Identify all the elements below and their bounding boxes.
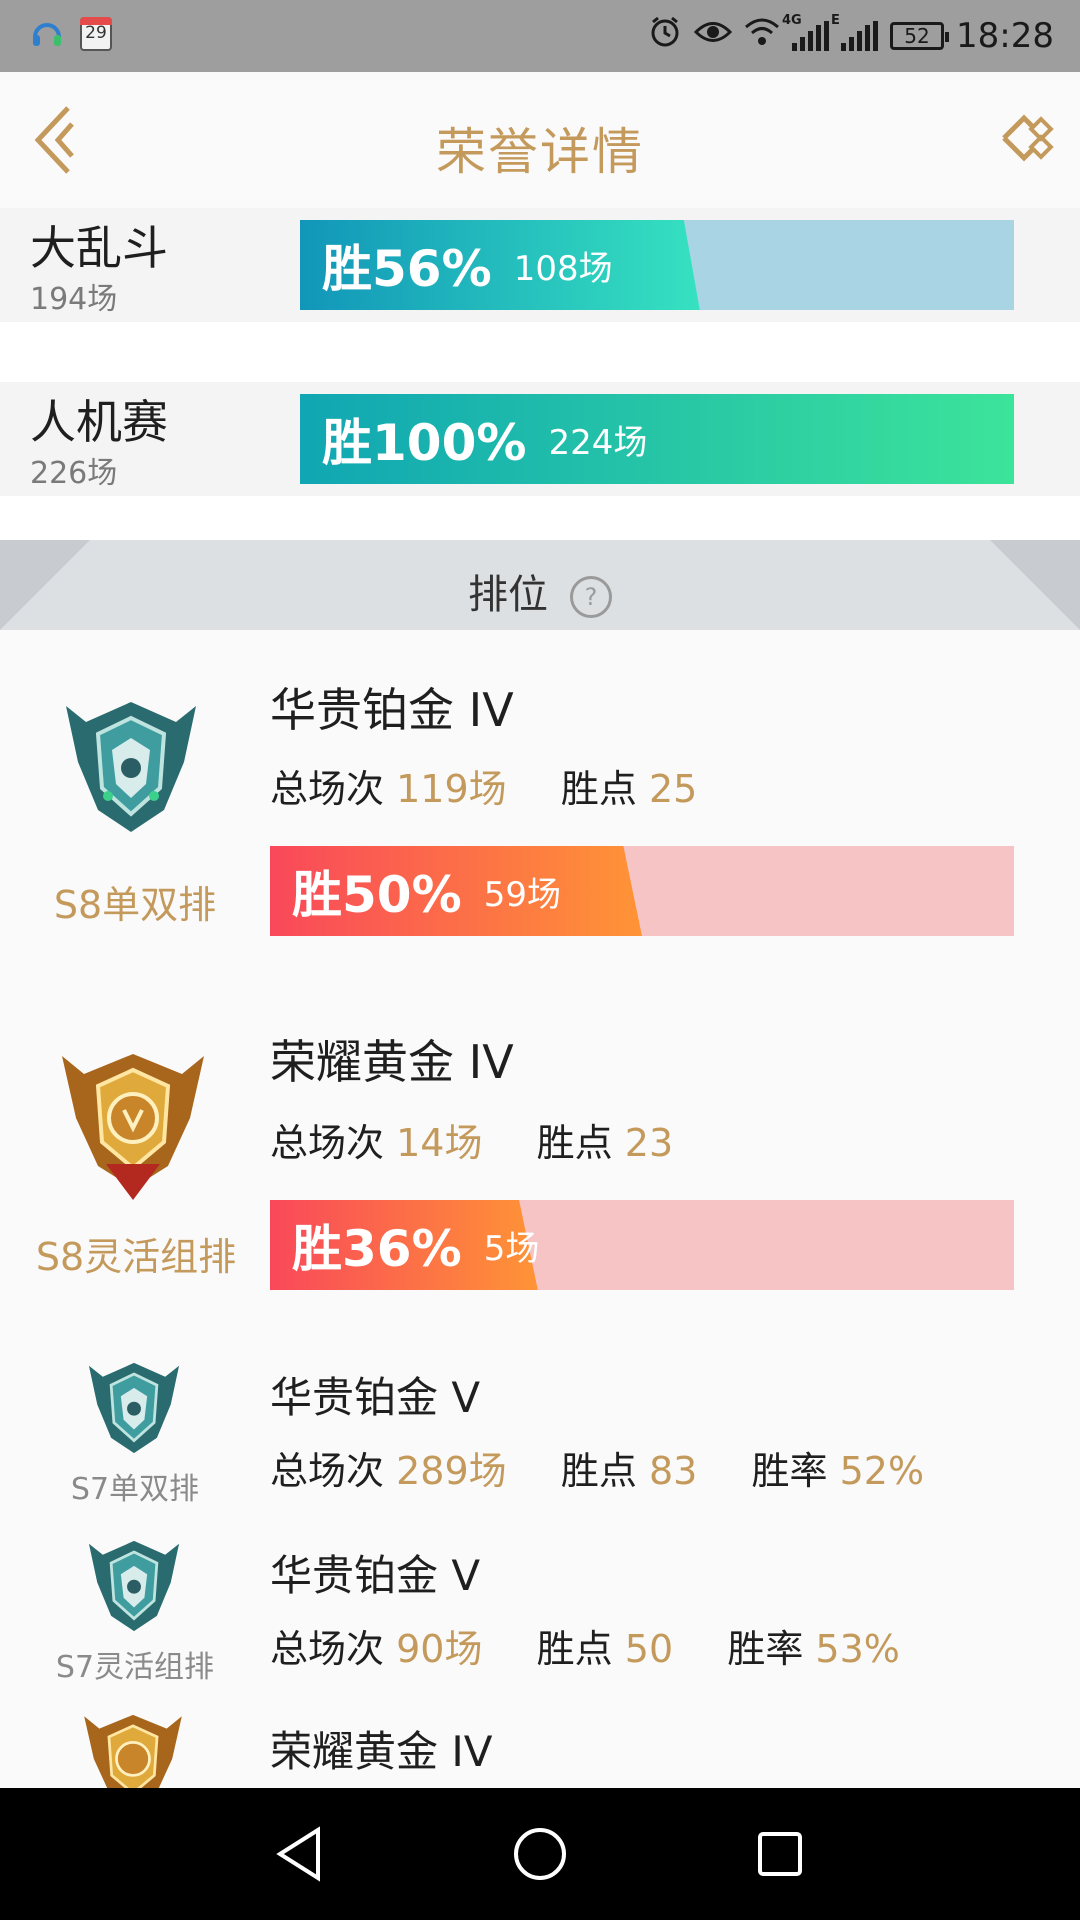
points-label: 胜点 [560,767,637,811]
season-label: S7灵活组排 [55,1650,215,1685]
points-value: 23 [624,1121,674,1165]
games-value: 289场 [396,1449,507,1493]
system-nav-bar [0,1788,1080,1920]
games-label: 总场次 [270,767,385,811]
back-triangle-icon [276,1826,320,1882]
ranked-section-header: 排位? [0,540,1080,630]
alarm-icon [648,14,682,57]
rate-value: 53% [815,1627,900,1671]
signal-e-icon: E [831,13,879,51]
win-rate-label: 胜100% [322,414,527,472]
tier-name: 华贵铂金 V [270,1551,481,1600]
games-value: 90场 [396,1627,483,1671]
mode-row-vs-ai[interactable]: 人机赛 226场 胜100% 224场 [0,382,1080,496]
platinum-emblem-icon [56,692,206,846]
season-stats: 总场次 90场 胜点 50 胜率 53% [270,1618,900,1673]
wins-count: 224场 [548,422,648,463]
nav-recents-button[interactable] [748,1822,812,1886]
points-label: 胜点 [536,1121,613,1165]
wins-count: 108场 [513,248,613,289]
games-value: 119场 [396,767,507,811]
rate-label: 胜率 [727,1627,804,1671]
points-label: 胜点 [536,1627,613,1671]
win-rate-label: 胜36% [292,1220,462,1278]
games-label: 总场次 [270,1449,385,1493]
season-stats: 总场次 289场 胜点 83 胜率 52% [270,1440,924,1495]
win-rate-bar: 胜56% 108场 [300,220,1014,310]
wifi-icon [744,16,780,56]
home-circle-icon [514,1828,566,1880]
points-value: 83 [648,1449,698,1493]
tier-name: 荣耀黄金 IV [270,1035,514,1089]
season-stats: 总场次 119场 胜点 25 [270,758,697,813]
season-label: S7单双排 [70,1472,200,1507]
games-label: 总场次 [270,1121,385,1165]
mode-total-games: 226场 [30,456,118,491]
page-title: 荣誉详情 [436,123,644,181]
clock: 18:28 [956,15,1054,56]
season-row-s8-solo[interactable]: S8单双排 华贵铂金 IV 总场次 119场 胜点 25 胜50% 59场 [0,630,1080,984]
status-bar: 29 4G E 52 18:28 [0,0,1080,72]
battery-icon: 52 [890,21,950,50]
rate-value: 52% [839,1449,925,1493]
games-value: 14场 [396,1121,483,1165]
gold-emblem-icon [78,1708,188,1788]
platinum-emblem-icon [82,1356,186,1464]
season-row-partial[interactable]: 荣耀黄金 IV [0,1692,1080,1788]
signal-4g-icon: 4G [782,13,830,51]
wins-count: 59场 [483,874,561,915]
season-label: S8灵活组排 [35,1235,237,1279]
win-rate-bar: 胜36% 5场 [270,1200,1014,1290]
season-row-s7-flex[interactable]: S7灵活组排 华贵铂金 V 总场次 90场 胜点 50 胜率 53% [0,1514,1080,1694]
tier-name: 荣耀黄金 IV [270,1727,493,1776]
ranked-title: 排位 [468,572,548,618]
mode-name: 人机赛 [30,395,168,449]
share-button[interactable] [998,110,1054,166]
win-rate-bar: 胜50% 59场 [270,846,1014,936]
points-value: 25 [648,767,698,811]
recents-square-icon [758,1832,802,1876]
rate-label: 胜率 [751,1449,828,1493]
help-icon[interactable]: ? [570,576,612,618]
app-header: 荣誉详情 [0,72,1080,209]
nav-back-button[interactable] [268,1822,332,1886]
mode-row-brawl[interactable]: 大乱斗 194场 胜56% 108场 [0,208,1080,322]
tier-name: 华贵铂金 V [270,1373,481,1422]
eye-icon [693,16,733,56]
season-row-s8-flex[interactable]: S8灵活组排 荣耀黄金 IV 总场次 14场 胜点 23 胜36% 5场 [0,982,1080,1338]
win-rate-label: 胜56% [322,240,492,298]
mode-name: 大乱斗 [30,221,168,275]
calendar-icon: 29 [80,17,112,51]
wins-count: 5场 [483,1228,540,1269]
headset-app-icon [30,16,64,52]
points-label: 胜点 [560,1449,637,1493]
season-row-s7-solo[interactable]: S7单双排 华贵铂金 V 总场次 289场 胜点 83 胜率 52% [0,1336,1080,1516]
games-label: 总场次 [270,1627,385,1671]
platinum-emblem-icon [82,1534,186,1642]
win-rate-bar: 胜100% 224场 [300,394,1014,484]
season-label: S8单双排 [53,883,217,927]
gold-emblem-icon [54,1044,212,1208]
share-icon [1002,114,1054,162]
tier-name: 华贵铂金 IV [270,683,514,737]
points-value: 50 [624,1627,674,1671]
win-rate-label: 胜50% [292,866,462,924]
nav-home-button[interactable] [508,1822,572,1886]
season-stats: 总场次 14场 胜点 23 [270,1112,673,1167]
mode-total-games: 194场 [30,282,118,317]
